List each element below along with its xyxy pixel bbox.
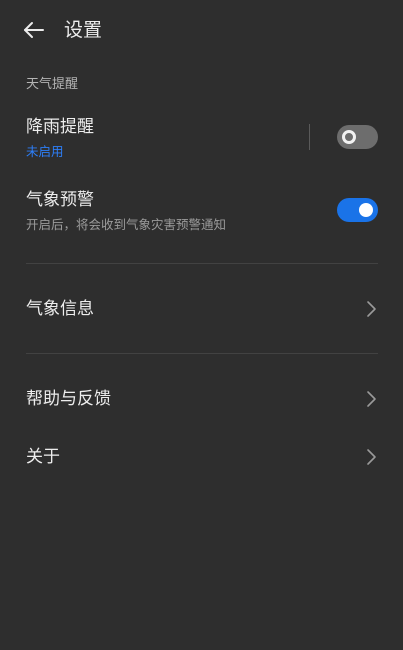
weather-warning-description: 开启后，将会收到气象灾害预警通知 bbox=[26, 217, 227, 232]
chevron-right-icon bbox=[364, 300, 378, 318]
toggle-knob bbox=[342, 130, 356, 144]
divider bbox=[26, 353, 378, 354]
rain-alert-title: 降雨提醒 bbox=[26, 117, 94, 137]
weather-info-label: 气象信息 bbox=[26, 299, 94, 319]
weather-info-row[interactable]: 气象信息 bbox=[0, 283, 403, 335]
about-row[interactable]: 关于 bbox=[0, 431, 403, 483]
weather-warning-title: 气象预警 bbox=[26, 190, 94, 210]
page-title: 设置 bbox=[64, 19, 103, 41]
vertical-divider bbox=[309, 124, 310, 150]
chevron-right-icon bbox=[364, 390, 378, 408]
chevron-right-icon bbox=[364, 448, 378, 466]
section-title-weather-alert: 天气提醒 bbox=[26, 77, 79, 92]
arrow-left-icon bbox=[24, 22, 44, 38]
back-button[interactable] bbox=[18, 14, 50, 46]
rain-alert-row[interactable]: 降雨提醒 未启用 bbox=[0, 110, 403, 166]
weather-warning-toggle[interactable] bbox=[337, 198, 378, 222]
divider bbox=[26, 263, 378, 264]
weather-warning-row[interactable]: 气象预警 开启后，将会收到气象灾害预警通知 bbox=[0, 183, 403, 239]
help-feedback-label: 帮助与反馈 bbox=[26, 389, 111, 409]
help-feedback-row[interactable]: 帮助与反馈 bbox=[0, 373, 403, 425]
rain-alert-status: 未启用 bbox=[26, 144, 64, 159]
toggle-knob bbox=[359, 203, 373, 217]
header-bar: 设置 bbox=[0, 0, 403, 60]
rain-alert-toggle[interactable] bbox=[337, 125, 378, 149]
about-label: 关于 bbox=[26, 447, 60, 467]
